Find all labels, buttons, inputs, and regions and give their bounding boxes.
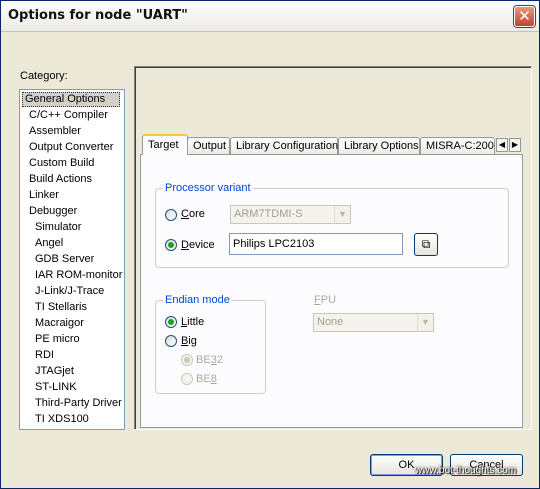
category-item-macraigor[interactable]: Macraigor: [33, 316, 86, 331]
category-item-output-converter[interactable]: Output Converter: [27, 140, 115, 155]
category-item-assembler[interactable]: Assembler: [27, 124, 83, 139]
endian-mode-label: Endian mode: [163, 294, 232, 306]
category-item-debugger[interactable]: Debugger: [27, 204, 79, 219]
be8-radio[interactable]: [181, 373, 193, 385]
core-radio[interactable]: [165, 209, 177, 221]
tab-scroll-right-button[interactable]: ▶: [509, 138, 521, 152]
browse-device-icon: ⧉: [421, 237, 431, 251]
device-radio-label[interactable]: Device: [181, 239, 215, 251]
category-item-jtagjet[interactable]: JTAGjet: [33, 364, 76, 379]
options-dialog: Options for node "UART" ✕ Category: Gene…: [0, 0, 540, 489]
category-item-ti-xds100[interactable]: TI XDS100: [33, 412, 91, 427]
core-select-value: ARM7TDMI-S: [234, 208, 303, 220]
tab-library-configuration[interactable]: Library Configuration: [230, 137, 338, 154]
little-radio[interactable]: [165, 316, 177, 328]
category-item-angel[interactable]: Angel: [33, 236, 65, 251]
tab-library-options[interactable]: Library Options: [338, 137, 420, 154]
category-item-ti-stellaris[interactable]: TI Stellaris: [33, 300, 89, 315]
big-radio-label[interactable]: Big: [181, 335, 197, 347]
close-icon: ✕: [518, 7, 531, 25]
device-field[interactable]: Philips LPC2103: [229, 233, 403, 255]
tab-output[interactable]: Output: [187, 137, 230, 154]
category-item-rdi[interactable]: RDI: [33, 348, 56, 363]
category-item-pe-micro[interactable]: PE micro: [33, 332, 82, 347]
arrow-right-icon: ▶: [511, 140, 519, 149]
arrow-left-icon: ◀: [498, 140, 506, 149]
category-item-gdb-server[interactable]: GDB Server: [33, 252, 96, 267]
category-item-build-actions[interactable]: Build Actions: [27, 172, 94, 187]
chevron-down-icon: ▼: [417, 314, 433, 331]
core-radio-label[interactable]: Core: [181, 208, 205, 220]
close-button[interactable]: ✕: [514, 6, 535, 27]
be8-radio-label[interactable]: BE8: [196, 373, 217, 385]
title-bar: Options for node "UART" ✕: [1, 1, 539, 32]
chevron-down-icon: ▼: [334, 206, 350, 223]
tab-target[interactable]: Target: [142, 134, 188, 155]
device-browse-button[interactable]: ⧉: [414, 233, 438, 256]
category-item-st-link[interactable]: ST-LINK: [33, 380, 79, 395]
category-item-general-options[interactable]: General Options: [22, 92, 120, 107]
core-select[interactable]: ARM7TDMI-S ▼: [230, 205, 351, 224]
category-item-cc-compiler[interactable]: C/C++ Compiler: [27, 108, 110, 123]
category-list[interactable]: General Options C/C++ Compiler Assembler…: [19, 89, 125, 430]
window-title: Options for node "UART": [8, 8, 188, 23]
fpu-select[interactable]: None ▼: [313, 313, 434, 332]
fpu-label: FPU: [314, 294, 337, 306]
category-item-third-party-driver[interactable]: Third-Party Driver: [33, 396, 124, 411]
big-radio[interactable]: [165, 335, 177, 347]
category-label: Category:: [20, 70, 68, 82]
tab-scroll-left-button[interactable]: ◀: [496, 138, 508, 152]
device-radio[interactable]: [165, 239, 177, 251]
be32-radio-label[interactable]: BE32: [196, 354, 223, 366]
little-radio-label[interactable]: Little: [181, 316, 204, 328]
category-item-simulator[interactable]: Simulator: [33, 220, 83, 235]
processor-variant-label: Processor variant: [163, 182, 253, 194]
category-item-jlink-jtrace[interactable]: J-Link/J-Trace: [33, 284, 106, 299]
category-item-linker[interactable]: Linker: [27, 188, 61, 203]
processor-variant-group: [155, 188, 509, 268]
category-item-custom-build[interactable]: Custom Build: [27, 156, 96, 171]
fpu-select-value: None: [317, 316, 344, 328]
category-item-iar-rom-monitor[interactable]: IAR ROM-monitor: [33, 268, 124, 283]
watermark-text: www.bot-thoughts.com: [415, 465, 517, 476]
tab-misra-c[interactable]: MISRA-C:200: [420, 137, 495, 154]
be32-radio[interactable]: [181, 354, 193, 366]
